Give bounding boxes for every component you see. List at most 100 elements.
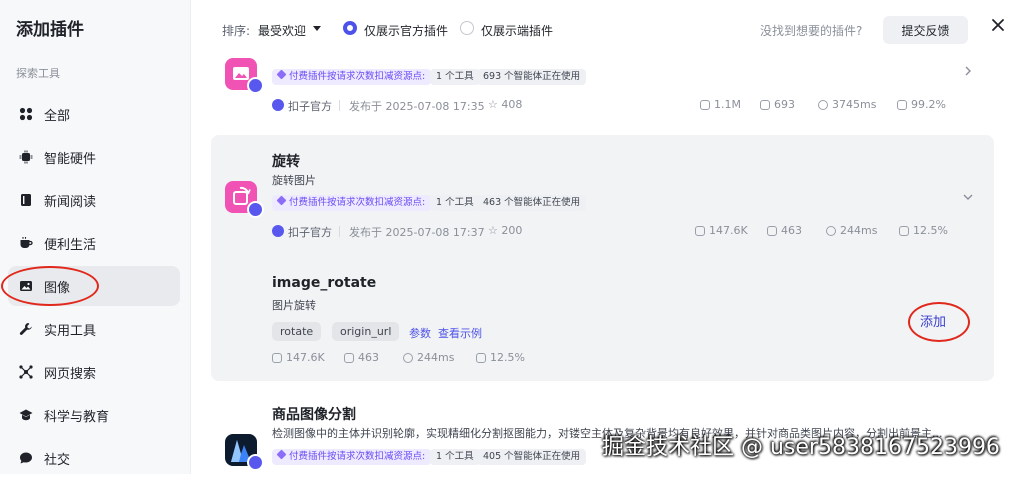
param-chip: origin_url <box>332 322 400 341</box>
divider <box>339 100 340 111</box>
clock-icon <box>826 225 836 236</box>
tool-count-tag: 1 个工具 <box>430 69 480 85</box>
sidebar-item-web-search[interactable]: 网页搜索 <box>8 352 180 392</box>
sidebar-item-image[interactable]: 图像 <box>8 266 180 306</box>
sidebar-item-label: 新闻阅读 <box>44 194 97 210</box>
calls-icon <box>695 225 705 236</box>
feedback-button[interactable]: 提交反馈 <box>883 16 968 44</box>
favorites-count: ☆ 408 <box>488 98 523 111</box>
close-icon[interactable] <box>990 17 1006 33</box>
add-button[interactable]: 添加 <box>920 311 946 330</box>
paid-plugin-tag: 付费插件按请求次数扣减资源点: <box>272 195 432 211</box>
plugin-card-expanded <box>211 135 994 381</box>
sidebar-section-label: 探索工具 <box>16 67 60 80</box>
agent-usage-tag: 463 个智能体正在使用 <box>477 195 587 211</box>
sidebar-item-label: 社交 <box>44 452 71 468</box>
chip-icon <box>19 150 33 164</box>
sidebar-item-label: 图像 <box>44 280 71 296</box>
sidebar-nav: 全部 智能硬件 新闻阅读 便利生活 图像 实用工具 网页搜索 科学与教育 社交 <box>8 94 180 481</box>
author-name: 扣子官方 <box>288 226 332 239</box>
author-name: 扣子官方 <box>288 100 332 113</box>
sidebar-item-label: 便利生活 <box>44 237 97 253</box>
chevron-down-icon[interactable] <box>963 192 973 202</box>
official-badge-icon <box>247 77 264 94</box>
sidebar: 添加插件 探索工具 全部 智能硬件 新闻阅读 便利生活 图像 实用工具 网页搜索… <box>0 0 191 474</box>
stat-bots: 463 <box>344 351 379 364</box>
chevron-right-icon[interactable] <box>963 66 973 76</box>
caret-down-icon[interactable] <box>313 26 321 31</box>
sidebar-title: 添加插件 <box>16 20 84 40</box>
publish-date: 发布于 2025-07-08 17:35 <box>349 100 485 113</box>
bot-icon <box>344 352 354 363</box>
publish-date: 发布于 2025-07-08 17:37 <box>349 226 485 239</box>
stat-success: 12.5% <box>476 351 525 364</box>
sidebar-item-label: 科学与教育 <box>44 409 110 425</box>
diamond-icon <box>276 69 287 80</box>
diamond-icon <box>276 449 287 460</box>
toolbar: 排序: 最受欢迎 仅展示官方插件 仅展示端插件 没找到想要的插件? 提交反馈 <box>190 0 1012 60</box>
sidebar-item-life[interactable]: 便利生活 <box>8 223 180 263</box>
tool-count-tag: 1 个工具 <box>430 449 480 465</box>
author-avatar-icon <box>272 99 284 111</box>
official-badge-icon <box>247 454 264 471</box>
star-icon: ☆ <box>488 224 498 237</box>
chat-icon <box>19 451 33 465</box>
sidebar-item-hardware[interactable]: 智能硬件 <box>8 137 180 177</box>
wrench-icon <box>19 322 33 336</box>
agent-usage-tag: 405 个智能体正在使用 <box>477 449 587 465</box>
plugin-name: 商品图像分割 <box>272 407 356 423</box>
sidebar-item-label: 全部 <box>44 108 71 124</box>
stat-success: 12.5% <box>899 224 948 237</box>
sidebar-item-all[interactable]: 全部 <box>8 94 180 134</box>
star-icon: ☆ <box>488 98 498 111</box>
diamond-icon <box>276 195 287 206</box>
watermark: 掘金技术社区 @ user5838167523996 <box>602 435 1000 460</box>
clock-icon <box>403 352 413 363</box>
divider <box>339 226 340 237</box>
message-icon <box>476 352 486 363</box>
stat-latency: 3745ms <box>818 98 876 111</box>
calls-icon <box>700 99 710 110</box>
bot-icon <box>760 99 770 110</box>
plugin-name: 旋转 <box>272 154 300 170</box>
client-only-radio[interactable] <box>460 21 474 35</box>
tool-count-tag: 1 个工具 <box>430 195 480 211</box>
agent-usage-tag: 693 个智能体正在使用 <box>477 69 587 85</box>
paid-plugin-tag: 付费插件按请求次数扣减资源点: <box>272 69 432 85</box>
stat-calls: 1.1M <box>700 98 741 111</box>
coffee-icon <box>19 236 33 250</box>
network-icon <box>19 365 33 379</box>
tool-description: 图片旋转 <box>272 299 316 312</box>
params-link[interactable]: 参数 <box>409 325 431 341</box>
official-only-radio[interactable] <box>343 21 357 35</box>
sidebar-item-science[interactable]: 科学与教育 <box>8 395 180 435</box>
tool-name: image_rotate <box>272 275 377 291</box>
view-example-link[interactable]: 查看示例 <box>438 325 482 341</box>
client-only-label[interactable]: 仅展示端插件 <box>481 22 553 39</box>
stat-latency: 244ms <box>403 351 454 364</box>
sidebar-item-social[interactable]: 社交 <box>8 438 180 478</box>
sidebar-item-label: 网页搜索 <box>44 366 97 382</box>
paid-plugin-tag: 付费插件按请求次数扣减资源点: <box>272 449 432 465</box>
stat-bots: 463 <box>767 224 802 237</box>
stat-latency: 244ms <box>826 224 877 237</box>
message-icon <box>899 225 909 236</box>
official-only-label[interactable]: 仅展示官方插件 <box>364 22 448 39</box>
grid-icon <box>19 107 33 121</box>
calls-icon <box>272 352 282 363</box>
sort-dropdown[interactable]: 最受欢迎 <box>258 22 306 39</box>
official-badge-icon <box>247 201 264 218</box>
book-icon <box>19 193 33 207</box>
stat-success: 99.2% <box>897 98 946 111</box>
stat-calls: 147.6K <box>695 224 748 237</box>
message-icon <box>897 99 907 110</box>
stat-bots: 693 <box>760 98 795 111</box>
graduation-cap-icon <box>19 408 33 422</box>
plugin-description: 旋转图片 <box>272 174 316 187</box>
image-icon <box>19 279 33 293</box>
param-chip: rotate <box>272 322 322 341</box>
sidebar-item-label: 智能硬件 <box>44 151 97 167</box>
stat-calls: 147.6K <box>272 351 325 364</box>
sidebar-item-utilities[interactable]: 实用工具 <box>8 309 180 349</box>
sidebar-item-news[interactable]: 新闻阅读 <box>8 180 180 220</box>
